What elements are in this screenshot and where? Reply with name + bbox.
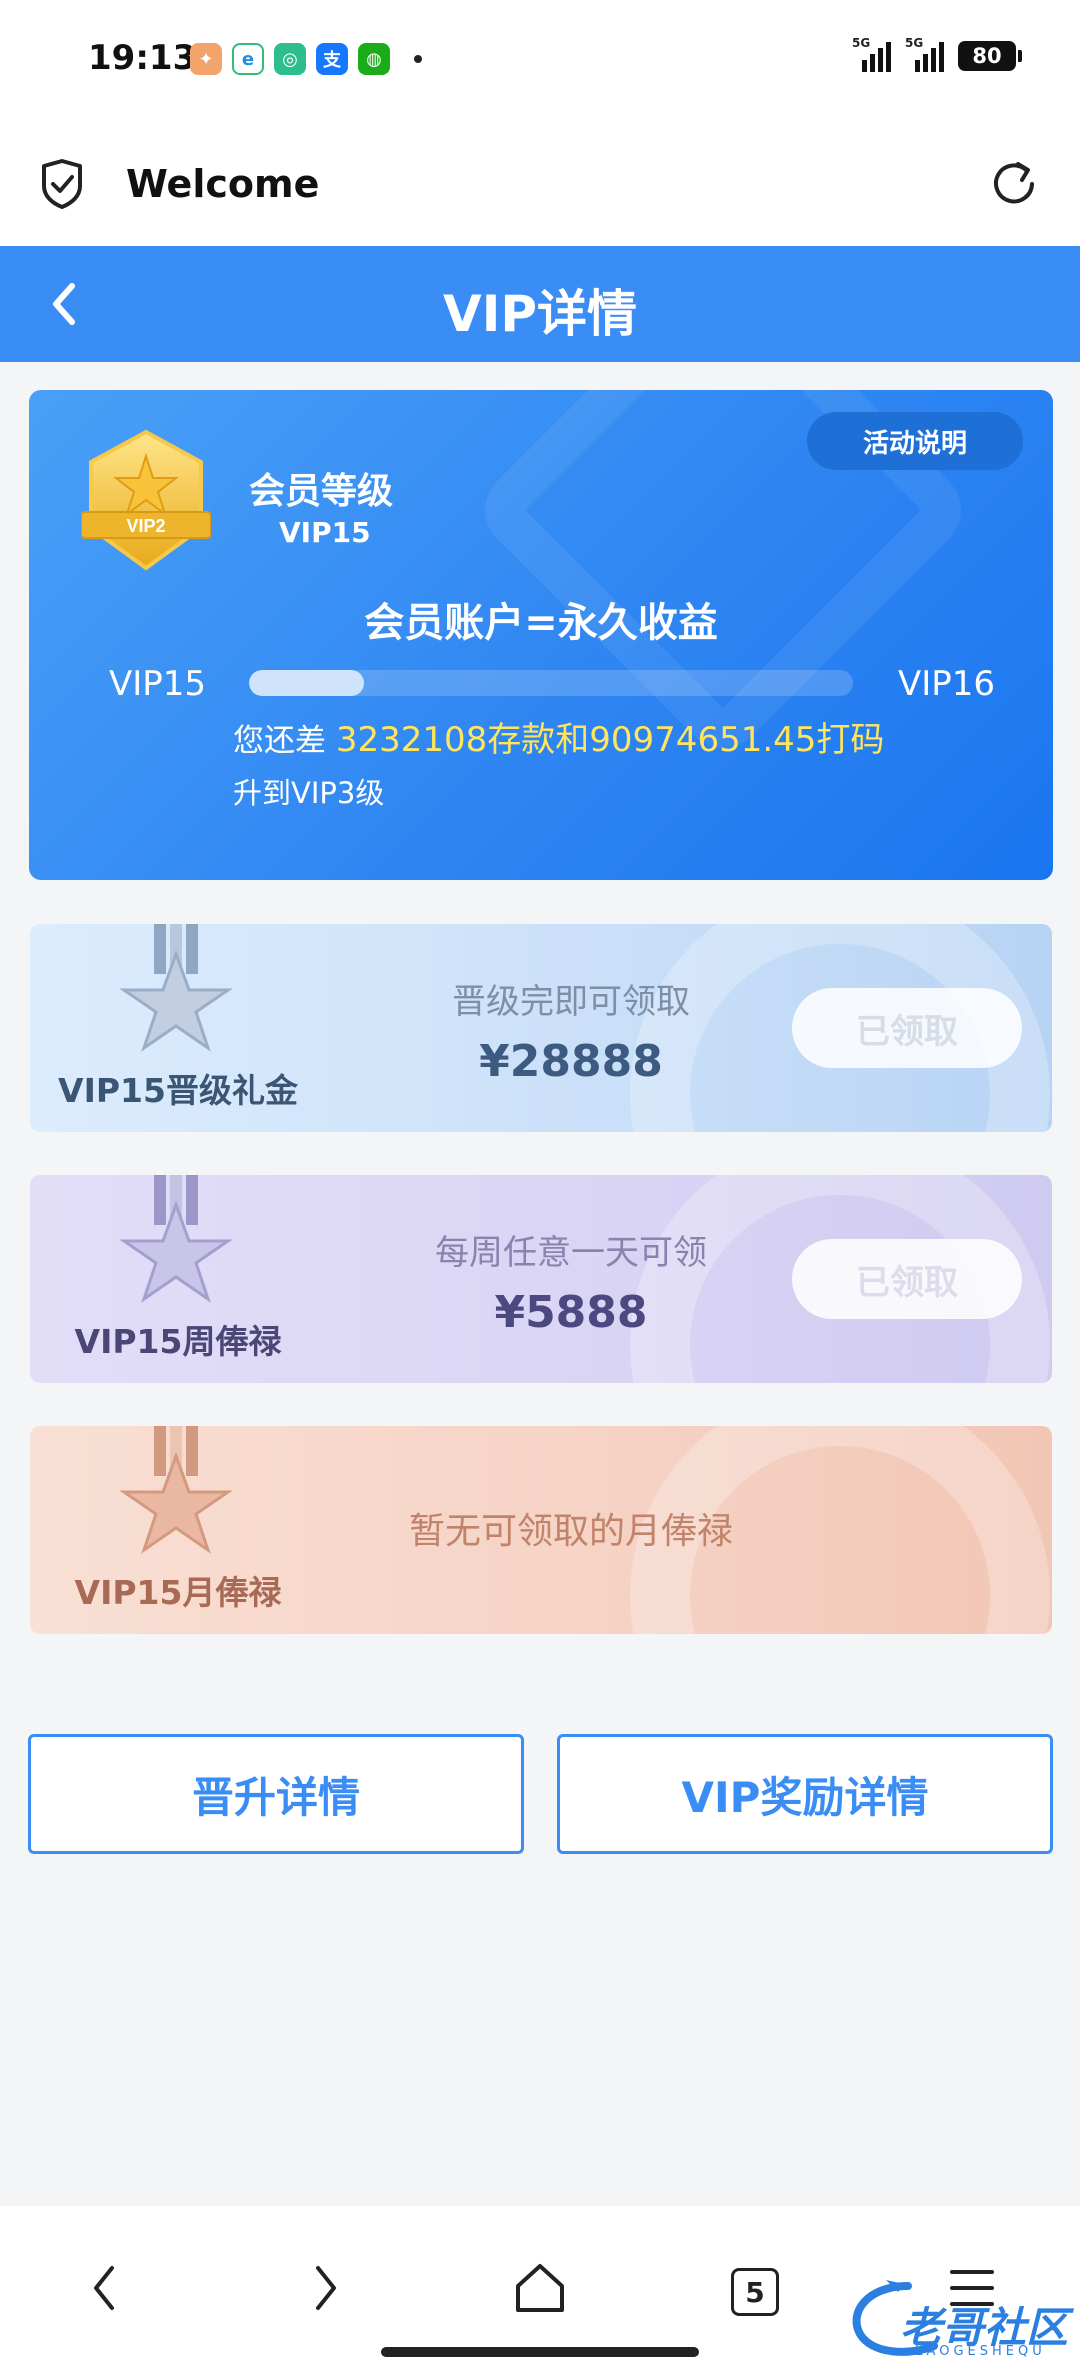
badge-label: VIP2: [126, 516, 165, 536]
security-shield-icon[interactable]: [36, 158, 88, 210]
tabs-button[interactable]: 5: [731, 2268, 779, 2316]
level-progress-bar: [249, 670, 853, 696]
reward-amount: ¥5888: [494, 1287, 648, 1338]
remaining-prefix: 您还差: [233, 723, 336, 759]
battery-icon: 80: [958, 41, 1022, 71]
more-notifications-dot: [414, 55, 422, 63]
member-level-title: 会员等级: [249, 471, 394, 512]
reward-name: VIP15晋级礼金: [58, 1071, 298, 1110]
promotion-bonus-card: VIP15晋级礼金 晋级完即可领取 ¥28888 已领取: [30, 924, 1052, 1132]
silver-star-medal-icon: [119, 924, 233, 1052]
nav-back-icon[interactable]: [76, 2258, 136, 2318]
claimed-button[interactable]: 已领取: [792, 1239, 1022, 1319]
vip-level-card: 活动说明 VIP2 会员等级 VIP15 会员账户=永久收益 VIP15 VIP…: [29, 390, 1053, 880]
monthly-salary-card: VIP15月俸禄 暂无可领取的月俸禄: [30, 1426, 1052, 1634]
card-slogan: 会员账户=永久收益: [364, 600, 718, 646]
remaining-requirement: 您还差 3232108存款和90974651.45打码: [233, 712, 884, 761]
purple-star-medal-icon: [119, 1175, 233, 1303]
status-bar: 19:13 ✦ e ◎ 支 ◍ 5G 5G 80: [0, 0, 1080, 110]
reward-description: 暂无可领取的月俸禄: [408, 1511, 733, 1552]
promotion-details-button[interactable]: 晋升详情: [28, 1734, 524, 1854]
reward-description: 每周任意一天可领: [435, 1233, 707, 1273]
browser-toolbar: Welcome: [0, 110, 1080, 246]
home-icon[interactable]: [510, 2258, 570, 2318]
nav-forward-icon[interactable]: [294, 2258, 354, 2318]
reward-description: 晋级完即可领取: [452, 982, 690, 1022]
current-level-label: VIP15: [109, 664, 207, 704]
reload-icon[interactable]: [986, 156, 1042, 212]
shield-app-icon: ◎: [274, 43, 306, 75]
next-level-label: VIP16: [897, 664, 995, 704]
bronze-star-medal-icon: [119, 1426, 233, 1554]
weekly-salary-card: VIP15周俸禄 每周任意一天可领 ¥5888 已领取: [30, 1175, 1052, 1383]
wechat-icon: ◍: [358, 43, 390, 75]
vip-reward-details-button[interactable]: VIP奖励详情: [557, 1734, 1053, 1854]
reward-name: VIP15月俸禄: [74, 1573, 282, 1612]
app-notification-icon: ✦: [190, 43, 222, 75]
activity-rules-button[interactable]: 活动说明: [807, 412, 1023, 470]
upgrade-target: 升到VIP3级: [233, 776, 385, 810]
signal-label: 5G: [852, 36, 871, 50]
edge-browser-icon: e: [232, 43, 264, 75]
status-time: 19:13: [88, 38, 197, 78]
reward-amount: ¥28888: [479, 1036, 663, 1087]
notification-icons: ✦ e ◎ 支 ◍: [190, 43, 422, 75]
alipay-icon: 支: [316, 43, 348, 75]
level-progress-fill: [249, 670, 364, 696]
vip-badge-icon: VIP2: [81, 429, 211, 571]
remaining-amount: 3232108存款和90974651.45打码: [335, 720, 885, 760]
signal-label: 5G: [905, 36, 924, 50]
watermark-subtext: LAOGESHEQU: [915, 2344, 1046, 2359]
reward-name: VIP15周俸禄: [74, 1322, 282, 1361]
signal-icon: 5G: [852, 36, 891, 72]
member-level-value: VIP15: [279, 516, 371, 549]
home-indicator[interactable]: [381, 2347, 699, 2357]
signal-icon: 5G: [905, 36, 944, 72]
claimed-button[interactable]: 已领取: [792, 988, 1022, 1068]
page-title: VIP详情: [443, 285, 637, 343]
status-right: 5G 5G 80: [852, 36, 1022, 72]
browser-page-title: Welcome: [126, 162, 320, 206]
page-header: VIP详情: [0, 246, 1080, 362]
